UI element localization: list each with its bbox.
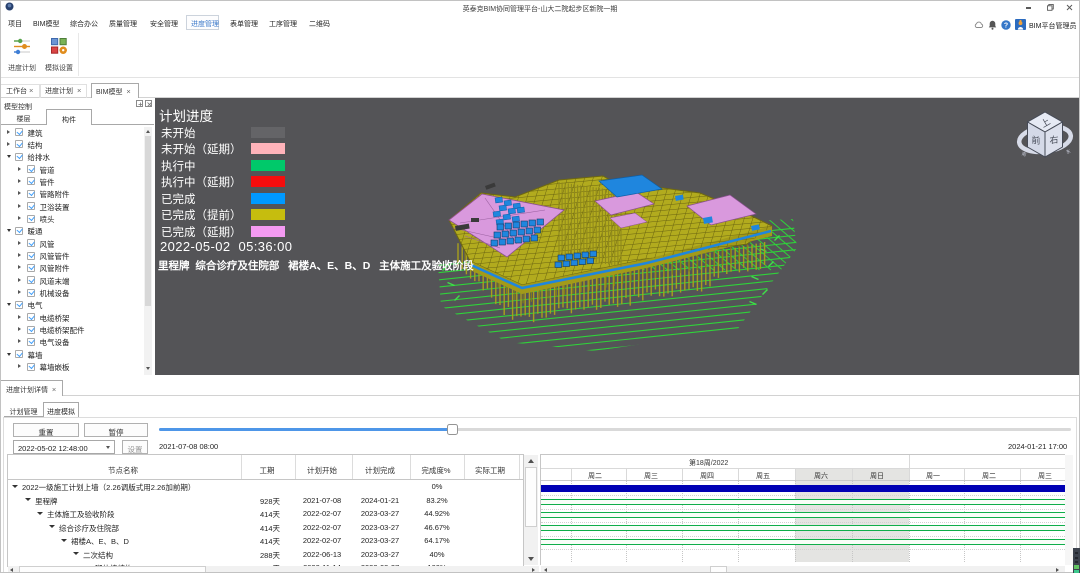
svg-text:右: 右 xyxy=(1049,133,1058,145)
svg-text:?: ? xyxy=(1004,23,1008,30)
svg-text:东: 东 xyxy=(1065,148,1072,155)
svg-text:前: 前 xyxy=(1031,134,1040,146)
